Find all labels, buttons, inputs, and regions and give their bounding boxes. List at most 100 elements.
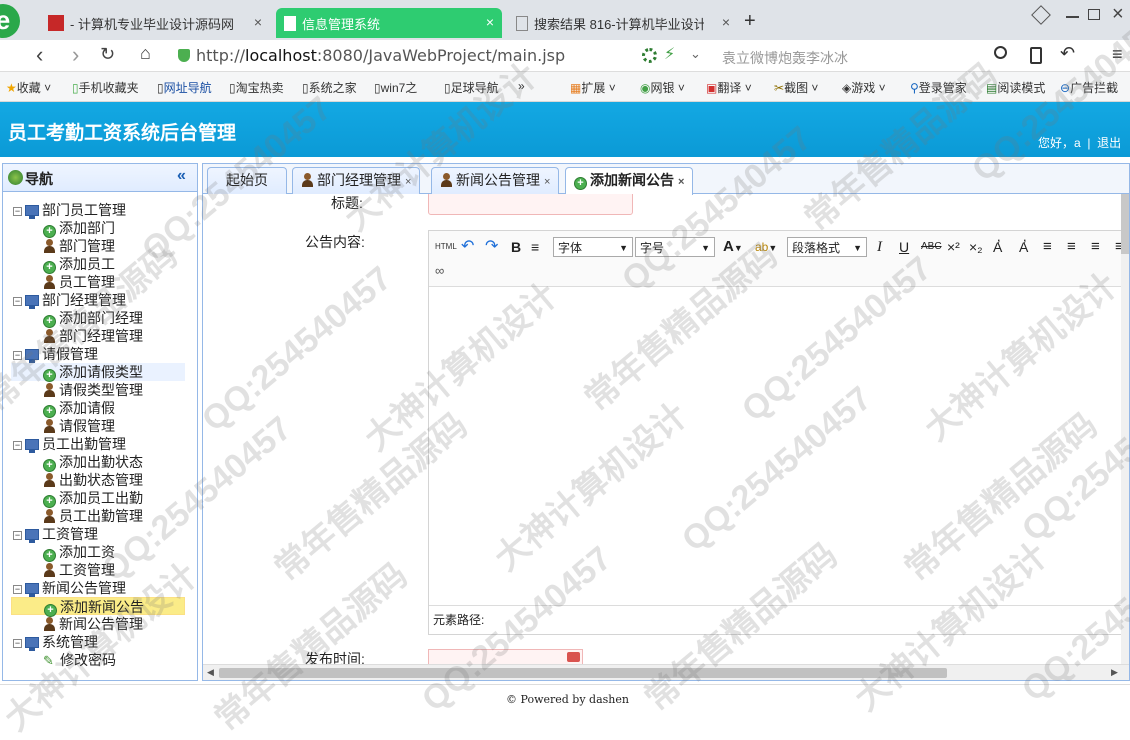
subscript-icon[interactable]: ×₂ bbox=[969, 237, 983, 257]
sidebar-group[interactable]: − 新闻公告管理 bbox=[13, 579, 126, 597]
sidebar-item[interactable]: 员工管理 bbox=[43, 273, 115, 291]
sidebar-item[interactable]: + 添加员工出勤 bbox=[43, 489, 143, 508]
align-center-icon[interactable]: ≡ bbox=[1067, 237, 1076, 257]
bookmark-mobile[interactable]: ▯手机收藏夹 bbox=[72, 79, 139, 96]
translate-button[interactable]: ▣翻译 ˅ bbox=[706, 79, 752, 96]
sidebar-item[interactable]: + 添加新闻公告 bbox=[11, 597, 185, 617]
tab-add-news[interactable]: + 添加新闻公告 × bbox=[565, 167, 694, 195]
sidebar-item[interactable]: 请假管理 bbox=[43, 417, 115, 435]
sidebar-group[interactable]: − 部门经理管理 bbox=[13, 291, 126, 309]
collapse-button[interactable]: « bbox=[177, 167, 186, 185]
home-icon[interactable]: ⌂ bbox=[140, 43, 151, 64]
close-icon[interactable]: × bbox=[486, 14, 494, 30]
sidebar-item[interactable]: + 添加请假类型 bbox=[11, 363, 185, 382]
browser-tab[interactable]: - 计算机专业毕业设计源码网 × bbox=[40, 8, 270, 38]
superscript-icon[interactable]: ×² bbox=[947, 237, 960, 257]
italic-icon[interactable]: I bbox=[877, 237, 882, 257]
editor-body[interactable] bbox=[429, 287, 1129, 605]
sidebar-item[interactable]: + 添加工资 bbox=[43, 543, 115, 562]
address-bar[interactable]: http://localhost:8080/JavaWebProject/mai… bbox=[178, 43, 636, 69]
link-icon[interactable]: ∞ bbox=[435, 261, 444, 281]
screenshot-button[interactable]: ✂截图 ˅ bbox=[774, 79, 818, 96]
collapse-toggle-icon[interactable]: − bbox=[13, 351, 22, 360]
ad-block-button[interactable]: ⊖广告拦截 bbox=[1060, 79, 1118, 96]
reading-mode-button[interactable]: ▤阅读模式 bbox=[986, 79, 1045, 96]
new-tab-button[interactable]: + bbox=[744, 10, 756, 33]
undo-icon[interactable]: ↶ bbox=[1060, 43, 1075, 64]
collapse-toggle-icon[interactable]: − bbox=[13, 207, 22, 216]
scroll-left-icon[interactable]: ◀ bbox=[207, 667, 214, 678]
close-icon[interactable]: × bbox=[678, 176, 684, 188]
collapse-toggle-icon[interactable]: − bbox=[13, 639, 22, 648]
bookmark-nav[interactable]: ▯网址导航 bbox=[157, 79, 212, 96]
close-icon[interactable]: × bbox=[722, 14, 730, 30]
logout-link[interactable]: 退出 bbox=[1097, 136, 1121, 150]
font-color-icon[interactable]: A▼ bbox=[723, 237, 743, 257]
sidebar-item[interactable]: 出勤状态管理 bbox=[43, 471, 143, 489]
bank-button[interactable]: ◉网银 ˅ bbox=[640, 79, 685, 96]
clear-format-icon[interactable]: A̛ bbox=[993, 237, 1002, 257]
tab-dept-manager[interactable]: 部门经理管理 × bbox=[292, 167, 421, 194]
title-input[interactable] bbox=[428, 194, 633, 215]
paragraph-format-select[interactable]: 段落格式 ▼ bbox=[787, 237, 867, 257]
horizontal-scrollbar[interactable]: ◀ ▶ bbox=[203, 664, 1129, 680]
sidebar-item[interactable]: + 添加出勤状态 bbox=[43, 453, 143, 472]
tab-news-manage[interactable]: 新闻公告管理 × bbox=[431, 167, 560, 194]
browser-tab[interactable]: 搜索结果 816-计算机毕业设计源 × bbox=[508, 8, 738, 38]
calendar-icon[interactable] bbox=[567, 652, 580, 662]
scroll-right-icon[interactable]: ▶ bbox=[1111, 667, 1118, 678]
sidebar-item[interactable]: 工资管理 bbox=[43, 561, 115, 579]
sidebar-item[interactable]: 部门经理管理 bbox=[43, 327, 143, 345]
font-size-select[interactable]: 字号 ▼ bbox=[635, 237, 715, 257]
sidebar-group[interactable]: − 系统管理 bbox=[13, 633, 98, 651]
sidebar-item[interactable]: 部门管理 bbox=[43, 237, 115, 255]
chevron-down-icon[interactable]: ⌄ bbox=[690, 46, 701, 62]
refresh-icon[interactable]: ↻ bbox=[100, 44, 115, 65]
bookmark-taobao[interactable]: ▯淘宝热卖 bbox=[229, 79, 284, 96]
bookmark-win7[interactable]: ▯win7之 bbox=[374, 79, 417, 96]
sidebar-item[interactable]: + 添加部门经理 bbox=[43, 309, 143, 328]
sidebar-group[interactable]: − 员工出勤管理 bbox=[13, 435, 126, 453]
bookmark-favorites[interactable]: ★收藏 ˅ bbox=[6, 79, 51, 96]
redo-icon[interactable]: ↷ bbox=[485, 237, 498, 257]
undo-icon[interactable]: ↶ bbox=[461, 237, 474, 257]
game-button[interactable]: ◈游戏 ˅ bbox=[842, 79, 886, 96]
search-input[interactable]: 袁立微博炮轰李冰冰 bbox=[722, 48, 982, 68]
collapse-toggle-icon[interactable]: − bbox=[13, 585, 22, 594]
sidebar-item[interactable]: 员工出勤管理 bbox=[43, 507, 143, 525]
close-icon[interactable]: × bbox=[544, 176, 550, 188]
bookmark-football[interactable]: ▯足球导航 bbox=[444, 79, 499, 96]
html-source-button[interactable]: HTML bbox=[435, 237, 457, 257]
vertical-scrollbar[interactable] bbox=[1121, 194, 1129, 664]
align-left-icon[interactable]: ≡ bbox=[1043, 237, 1052, 257]
sidebar-group[interactable]: − 工资管理 bbox=[13, 525, 98, 543]
back-icon[interactable]: ‹ bbox=[36, 42, 43, 68]
close-icon[interactable]: × bbox=[254, 14, 262, 30]
login-manager-button[interactable]: ⚲登录管家 bbox=[910, 79, 967, 96]
align-icon[interactable]: ≡ bbox=[531, 237, 539, 257]
sidebar-item[interactable]: 新闻公告管理 bbox=[43, 615, 143, 633]
format-brush-icon[interactable]: A̛ bbox=[1019, 237, 1028, 257]
collapse-toggle-icon[interactable]: − bbox=[13, 441, 22, 450]
forward-icon[interactable]: › bbox=[72, 42, 79, 68]
align-right-icon[interactable]: ≡ bbox=[1091, 237, 1100, 257]
scroll-thumb[interactable] bbox=[1121, 194, 1129, 254]
highlight-icon[interactable]: ab▼ bbox=[755, 237, 777, 257]
sidebar-item[interactable]: + 添加部门 bbox=[43, 219, 115, 238]
bookmark-xitong[interactable]: ▯系统之家 bbox=[302, 79, 357, 96]
sidebar-item[interactable]: + 添加员工 bbox=[43, 255, 115, 274]
pubtime-input[interactable] bbox=[428, 649, 583, 664]
skin-icon[interactable] bbox=[1031, 5, 1051, 25]
close-icon[interactable]: × bbox=[405, 176, 411, 188]
collapse-toggle-icon[interactable]: − bbox=[13, 297, 22, 306]
bookmarks-more-button[interactable]: » bbox=[518, 79, 525, 93]
close-window-icon[interactable]: × bbox=[1112, 3, 1124, 26]
font-family-select[interactable]: 字体 ▼ bbox=[553, 237, 633, 257]
menu-icon[interactable]: ≡ bbox=[1112, 44, 1123, 65]
sidebar-group[interactable]: − 请假管理 bbox=[13, 345, 98, 363]
tab-home[interactable]: 起始页 bbox=[207, 167, 287, 194]
lightning-icon[interactable]: ⚡ bbox=[664, 44, 675, 64]
extensions-button[interactable]: ▦扩展 ˅ bbox=[570, 79, 616, 96]
maximize-icon[interactable] bbox=[1088, 9, 1100, 20]
sidebar-group[interactable]: − 部门员工管理 bbox=[13, 201, 126, 219]
